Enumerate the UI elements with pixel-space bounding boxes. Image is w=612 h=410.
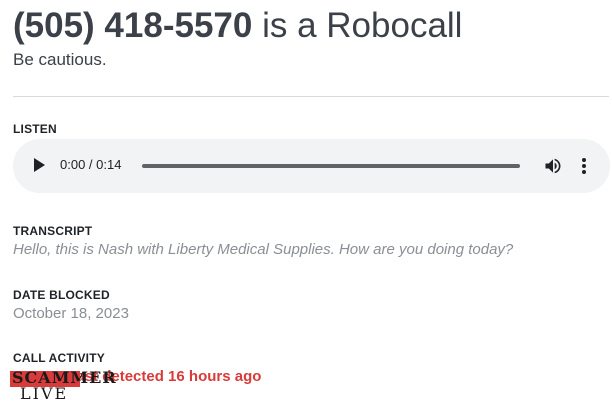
scammer-live-logo: SCAMMER LIVE xyxy=(10,365,116,405)
page-title: (505) 418-5570 is a Robocall xyxy=(13,4,462,48)
caution-subtitle: Be cautious. xyxy=(13,50,107,69)
date-blocked-label: DATE BLOCKED xyxy=(13,288,110,302)
call-report: (505) 418-5570 is a Robocall Be cautious… xyxy=(0,0,612,410)
transcript-label: TRANSCRIPT xyxy=(13,224,93,238)
divider xyxy=(13,96,609,97)
play-icon[interactable] xyxy=(34,158,45,172)
transcript-text: Hello, this is Nash with Liberty Medical… xyxy=(13,241,514,258)
call-activity-label: CALL ACTIVITY xyxy=(13,351,105,365)
audio-seek-bar[interactable] xyxy=(142,164,520,168)
audio-player[interactable]: 0:00 / 0:14 xyxy=(13,139,610,193)
more-vertical-icon[interactable] xyxy=(579,155,589,177)
verdict-label: is a Robocall xyxy=(262,6,463,45)
logo-bottom-text: LIVE xyxy=(20,384,69,403)
date-blocked-value: October 18, 2023 xyxy=(13,305,129,322)
listen-label: LISTEN xyxy=(13,122,57,136)
volume-icon[interactable] xyxy=(543,156,563,176)
audio-time: 0:00 / 0:14 xyxy=(60,157,122,172)
phone-number: (505) 418-5570 xyxy=(13,6,253,45)
